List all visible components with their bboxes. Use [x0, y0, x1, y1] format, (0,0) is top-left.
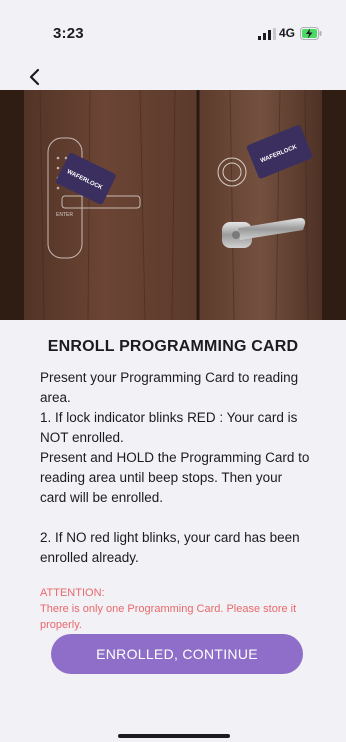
nav-bar — [0, 64, 346, 90]
attention-heading: ATTENTION: — [40, 587, 105, 599]
hero-image: ENTER WAFERLOCK WAFERLOCK — [0, 90, 346, 320]
instructions-text: Present your Programming Card to reading… — [40, 368, 310, 568]
status-bar: 3:23 4G — [0, 0, 346, 64]
content-panel: ENROLL PROGRAMMING CARD Present your Pro… — [0, 320, 346, 742]
keypad-label: ENTER — [56, 212, 73, 218]
page-title: ENROLL PROGRAMMING CARD — [47, 338, 299, 355]
attention-note: ATTENTION: There is only one Programming… — [40, 585, 320, 633]
instruction-line: 2. If NO red light blinks, your card has… — [40, 530, 300, 565]
home-indicator — [118, 734, 230, 738]
status-time: 3:23 — [53, 25, 84, 42]
instruction-line: Present your Programming Card to reading… — [40, 370, 299, 405]
network-type: 4G — [279, 26, 296, 40]
instruction-line: 1. If lock indicator blinks RED : Your c… — [40, 410, 298, 445]
signal-bars-icon — [258, 28, 276, 40]
battery-charging-icon — [300, 27, 322, 40]
instruction-line: Present and HOLD the Programming Card to… — [40, 450, 310, 505]
continue-button[interactable]: ENROLLED, CONTINUE — [51, 634, 303, 674]
chevron-left-icon — [29, 68, 40, 86]
back-button[interactable] — [26, 66, 50, 88]
attention-body: There is only one Programming Card. Plea… — [40, 603, 297, 631]
